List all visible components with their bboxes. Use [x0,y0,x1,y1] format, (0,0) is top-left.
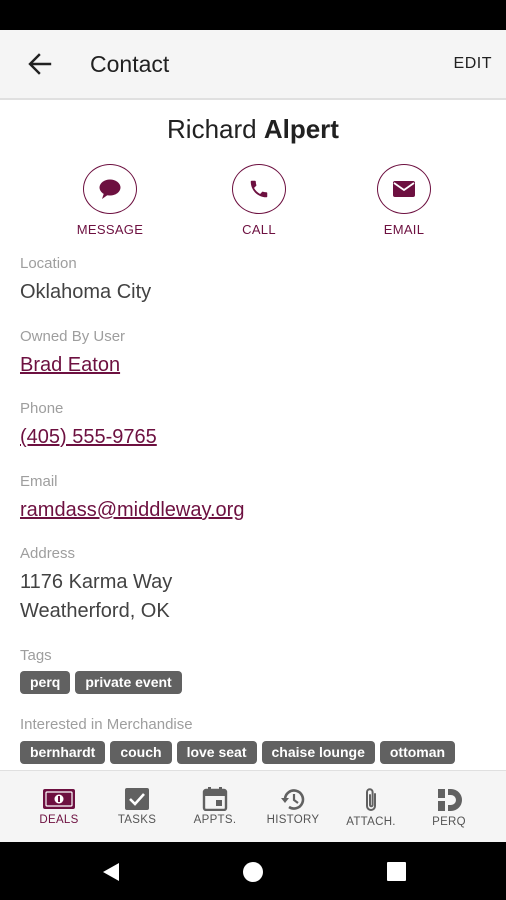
nav-label: DEALS [39,814,79,826]
phone-link[interactable]: (405) 555-9765 [20,426,157,448]
system-home-icon[interactable] [242,861,264,883]
nav-label: TASKS [117,814,157,826]
chat-bubble-icon [99,179,121,199]
owner-link[interactable]: Brad Eaton [20,354,120,376]
tags-chips: perq private event [20,671,187,694]
email-circle [377,164,431,214]
envelope-icon [393,181,415,197]
tag-chip: perq [20,671,71,694]
call-button[interactable]: CALL [209,164,309,237]
system-back-icon[interactable] [101,862,121,882]
back-button[interactable] [24,50,56,78]
nav-label: ATTACH. [346,816,396,828]
call-circle [232,164,286,214]
address-field: Address 1176 Karma Way Weatherford, OK [20,545,172,626]
email-field-label: Email [20,473,58,490]
merchandise-chip: love seat [176,741,257,764]
merchandise-chip: couch [110,741,172,764]
merchandise-chips: bernhardt couch love seat chaise lounge otto… [20,741,460,764]
location-label: Location [20,255,77,272]
address-line2: Weatherford, OK [20,600,170,622]
paperclip-icon [366,788,376,811]
edit-button[interactable]: EDIT [454,55,492,73]
phone-icon [250,180,268,198]
address-label: Address [20,545,76,562]
message-label: MESSAGE [76,222,144,237]
merchandise-field: Interested in Merchandise [20,716,193,733]
merchandise-chip: chaise lounge [261,741,375,764]
merchandise-chip: ottoman [379,741,456,764]
phone-label: Phone [20,400,64,417]
system-nav-bar [0,842,506,900]
location-value: Oklahoma City [20,281,152,303]
owner-label: Owned By User [20,328,126,345]
nav-appointments[interactable]: APPTS. [179,787,251,826]
nav-label: PERQ [432,816,466,828]
address-line1: 1176 Karma Way [20,571,173,593]
status-bar [0,0,506,30]
merchandise-label: Interested in Merchandise [20,716,193,733]
phone-field: Phone (405) 555-9765 [20,400,157,452]
history-icon [281,789,305,810]
nav-label: HISTORY [266,814,320,826]
message-button[interactable]: MESSAGE [60,164,160,237]
call-label: CALL [242,222,276,237]
email-button[interactable]: EMAIL [354,164,454,237]
email-label: EMAIL [383,222,425,237]
merchandise-chip: bernhardt [20,741,106,764]
nav-label: APPTS. [193,814,237,826]
system-recents-icon[interactable] [387,862,406,881]
tags-label: Tags [20,647,52,664]
perq-icon [438,789,462,811]
tag-chip: private event [75,671,182,694]
email-field: Email ramdass@middleway.org [20,473,244,525]
deals-icon [43,789,75,809]
nav-attachments[interactable]: ATTACH. [335,787,407,828]
nav-deals[interactable]: DEALS [23,787,95,826]
app-bar: Contact EDIT [0,30,506,100]
location-field: Location Oklahoma City [20,255,151,307]
tasks-icon [125,788,149,810]
first-name: Richard [167,114,257,144]
email-link[interactable]: ramdass@middleway.org [20,499,244,521]
arrow-back-icon [28,53,52,75]
last-name: Alpert [263,114,339,144]
contact-name: Richard Alpert [0,114,506,145]
nav-tasks[interactable]: TASKS [101,787,173,826]
nav-history[interactable]: HISTORY [257,787,329,826]
page-title: Contact [90,51,170,77]
message-circle [83,164,137,214]
nav-perq[interactable]: PERQ [413,787,485,828]
bottom-nav: DEALS TASKS APPTS. HISTORY ATTACH. PERQ [0,770,506,843]
tags-field: Tags [20,647,52,664]
calendar-icon [202,787,228,811]
owner-field: Owned By User Brad Eaton [20,328,125,380]
